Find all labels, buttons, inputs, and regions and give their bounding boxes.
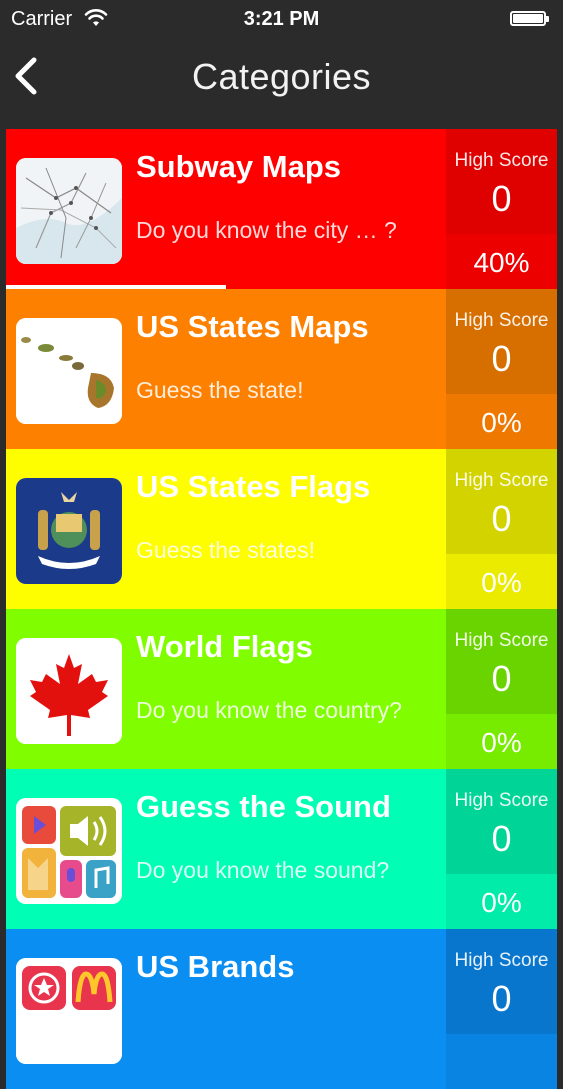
- brands-icon: [16, 958, 122, 1064]
- category-row-subway-maps[interactable]: Subway Maps Do you know the city … ? Hig…: [6, 129, 557, 289]
- category-name: Guess the Sound: [136, 789, 391, 824]
- category-row-us-states-maps[interactable]: US States Maps Guess the state! High Sco…: [6, 289, 557, 449]
- state-flag-icon: [16, 478, 122, 584]
- high-score-value: 0: [491, 178, 512, 219]
- progress-percent: 0%: [446, 554, 557, 609]
- high-score-panel: High Score 0: [446, 129, 557, 234]
- category-subtitle: Do you know the sound?: [136, 857, 390, 883]
- category-subtitle: Guess the state!: [136, 377, 304, 403]
- status-bar: Carrier 3:21 PM: [0, 0, 563, 38]
- battery-icon: [510, 11, 549, 26]
- high-score-panel: High Score 0: [446, 609, 557, 714]
- category-row-world-flags[interactable]: World Flags Do you know the country? Hig…: [6, 609, 557, 769]
- hawaii-map-icon: [16, 318, 122, 424]
- page-title: Categories: [191, 56, 372, 97]
- category-row-us-states-flags[interactable]: US States Flags Guess the states! High S…: [6, 449, 557, 609]
- high-score-value: 0: [491, 498, 512, 539]
- subway-map-icon: [16, 158, 122, 264]
- progress-percent: 0%: [446, 874, 557, 929]
- progress-percent: 0%: [446, 394, 557, 449]
- high-score-value: 0: [491, 978, 512, 1019]
- high-score-label: High Score: [454, 150, 549, 171]
- high-score-value: 0: [491, 338, 512, 379]
- high-score-label: High Score: [454, 950, 549, 971]
- category-row-us-brands[interactable]: US Brands High Score 0: [6, 929, 557, 1089]
- category-name: US States Flags: [136, 469, 371, 504]
- high-score-value: 0: [491, 658, 512, 699]
- category-row-guess-the-sound[interactable]: Guess the Sound Do you know the sound? H…: [6, 769, 557, 929]
- progress-percent: 40%: [446, 234, 557, 289]
- progress-percent: 0%: [446, 714, 557, 769]
- category-name: World Flags: [136, 629, 313, 664]
- category-name: US States Maps: [136, 309, 369, 344]
- category-name: US Brands: [136, 949, 295, 984]
- clock: 3:21 PM: [243, 8, 320, 30]
- high-score-label: High Score: [454, 470, 549, 491]
- sound-apps-icon: [16, 798, 122, 904]
- category-subtitle: Guess the states!: [136, 537, 315, 563]
- high-score-panel: High Score 0: [446, 449, 557, 554]
- canada-flag-icon: [16, 638, 122, 744]
- category-subtitle: Do you know the city … ?: [136, 217, 397, 243]
- progress-percent: [446, 1034, 557, 1089]
- high-score-panel: High Score 0: [446, 289, 557, 394]
- category-subtitle: Do you know the country?: [136, 697, 402, 723]
- high-score-value: 0: [491, 818, 512, 859]
- high-score-panel: High Score 0: [446, 929, 557, 1034]
- high-score-label: High Score: [454, 310, 549, 331]
- high-score-panel: High Score 0: [446, 769, 557, 874]
- high-score-label: High Score: [454, 630, 549, 651]
- navigation-bar: Categories: [0, 38, 563, 128]
- category-list: Subway Maps Do you know the city … ? Hig…: [6, 129, 557, 1089]
- category-name: Subway Maps: [136, 149, 341, 184]
- high-score-label: High Score: [454, 790, 549, 811]
